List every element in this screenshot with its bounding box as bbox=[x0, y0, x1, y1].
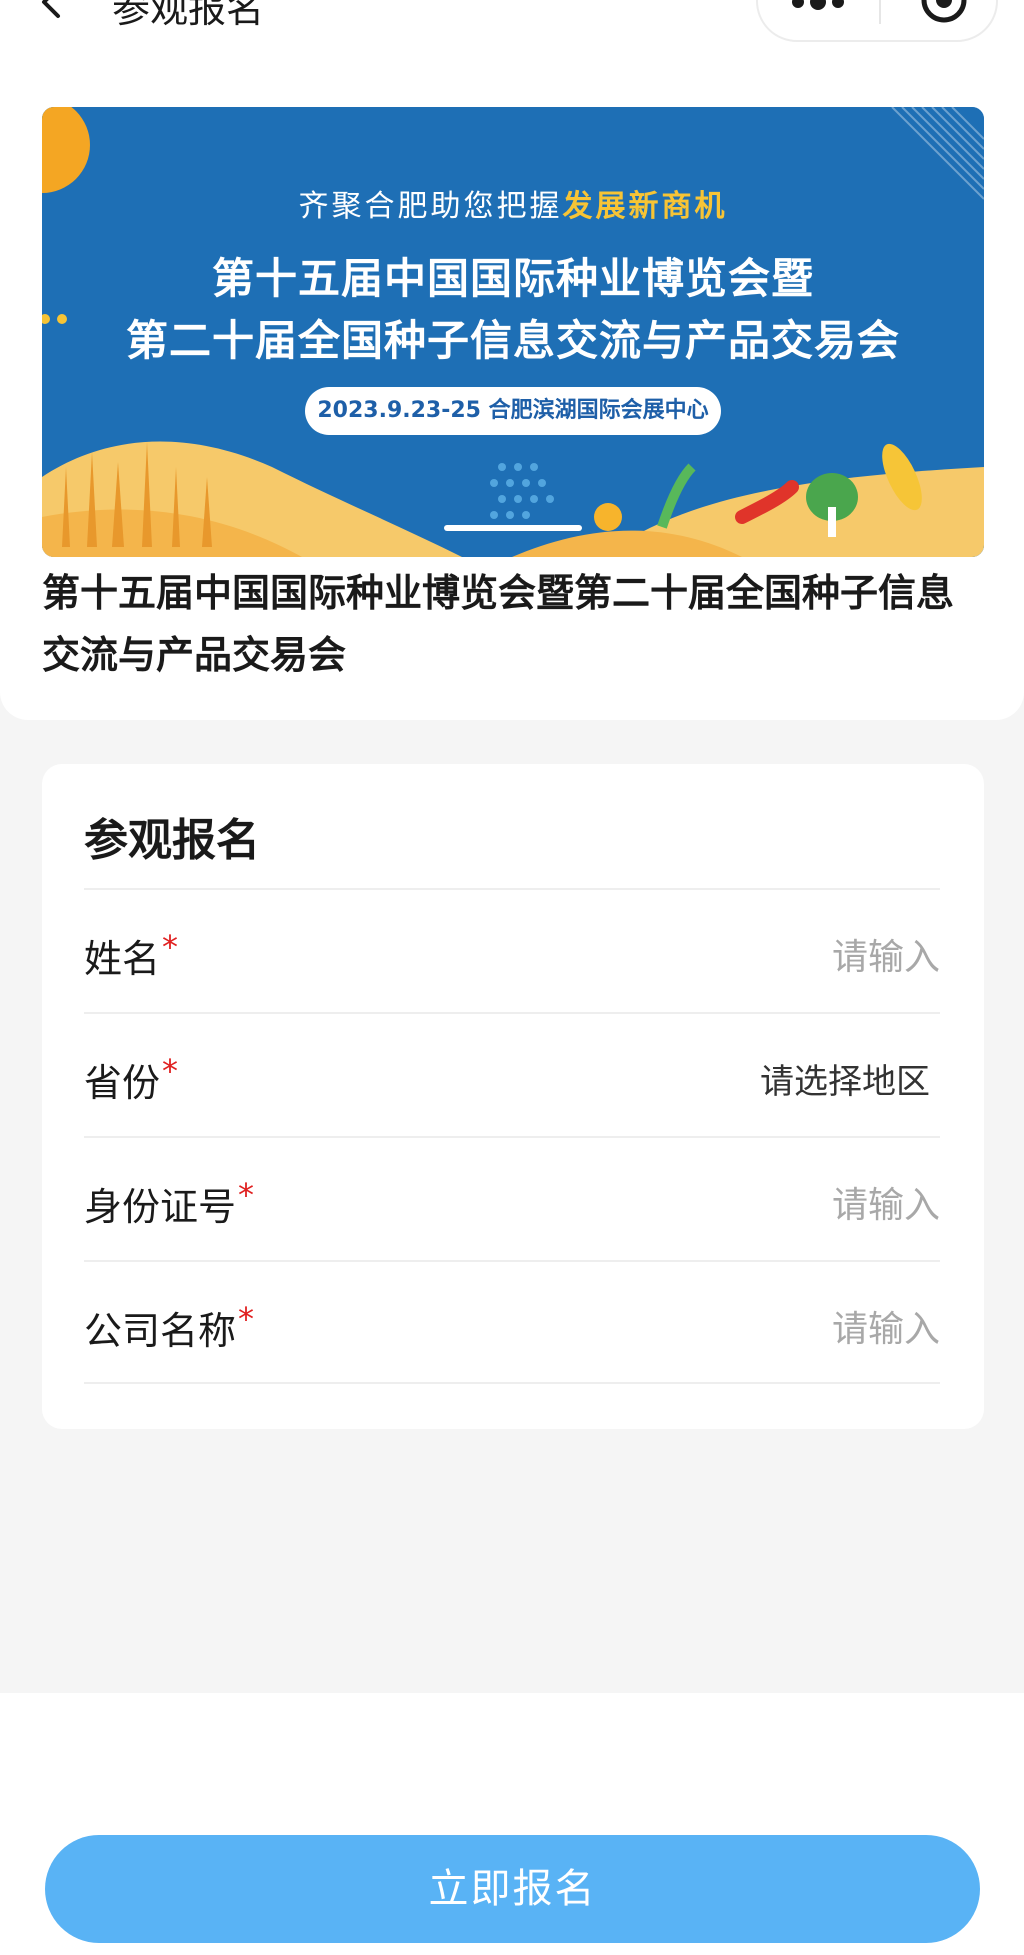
banner-title-line-2: 第二十届全国种子信息交流与产品交易会 bbox=[125, 316, 900, 365]
form-row-id-number[interactable]: 身份证号* 请输入 bbox=[84, 1136, 940, 1260]
banner-subtitle: 齐聚合肥助您把握发展新商机 bbox=[42, 181, 984, 225]
banner-subtitle-pre: 齐聚合肥助您把握 bbox=[298, 189, 563, 224]
form-row-province[interactable]: 省份* 请选择地区 bbox=[84, 1012, 940, 1136]
banner-subtitle-highlight: 发展新商机 bbox=[562, 189, 728, 224]
field-label: 姓名* bbox=[84, 928, 179, 981]
required-mark: * bbox=[162, 1052, 179, 1090]
event-banner[interactable]: 齐聚合肥助您把握发展新商机 第十五届中国国际种业博览会暨 第二十届全国种子信息交… bbox=[42, 107, 984, 557]
submit-button[interactable]: 立即报名 bbox=[45, 1835, 980, 1943]
form-title: 参观报名 bbox=[84, 815, 260, 866]
form-row-name[interactable]: 姓名* 请输入 bbox=[84, 888, 940, 1012]
capsule-divider bbox=[879, 0, 881, 24]
form-row-company[interactable]: 公司名称* 请输入 bbox=[84, 1260, 940, 1384]
registration-form: 参观报名 姓名* 请输入 省份* 请选择地区 身份证号* 请输入 公司名称* 请… bbox=[42, 764, 984, 1429]
carousel-indicator bbox=[444, 525, 582, 531]
close-icon[interactable] bbox=[918, 0, 970, 26]
event-title: 第十五届中国国际种业博览会暨第二十届全国种子信息交流与产品交易会 bbox=[42, 571, 955, 677]
banner-date-venue: 2023.9.23-25 合肥滨湖国际会展中心 bbox=[305, 387, 721, 435]
banner-title-line-1: 第十五届中国国际种业博览会暨 bbox=[211, 254, 814, 303]
required-mark: * bbox=[238, 1300, 255, 1338]
more-icon[interactable] bbox=[788, 0, 848, 12]
name-input[interactable]: 请输入 bbox=[832, 928, 940, 980]
back-icon[interactable] bbox=[34, 0, 74, 22]
province-select[interactable]: 请选择地区 bbox=[760, 1054, 930, 1103]
required-mark: * bbox=[162, 928, 179, 966]
required-mark: * bbox=[238, 1176, 255, 1214]
company-input[interactable]: 请输入 bbox=[832, 1300, 940, 1352]
field-label: 公司名称* bbox=[84, 1300, 255, 1353]
field-label: 身份证号* bbox=[84, 1176, 255, 1229]
mini-program-capsule bbox=[756, 0, 998, 42]
id-number-input[interactable]: 请输入 bbox=[832, 1176, 940, 1228]
nav-title: 参观报名 bbox=[112, 0, 265, 31]
field-label: 省份* bbox=[84, 1052, 179, 1105]
